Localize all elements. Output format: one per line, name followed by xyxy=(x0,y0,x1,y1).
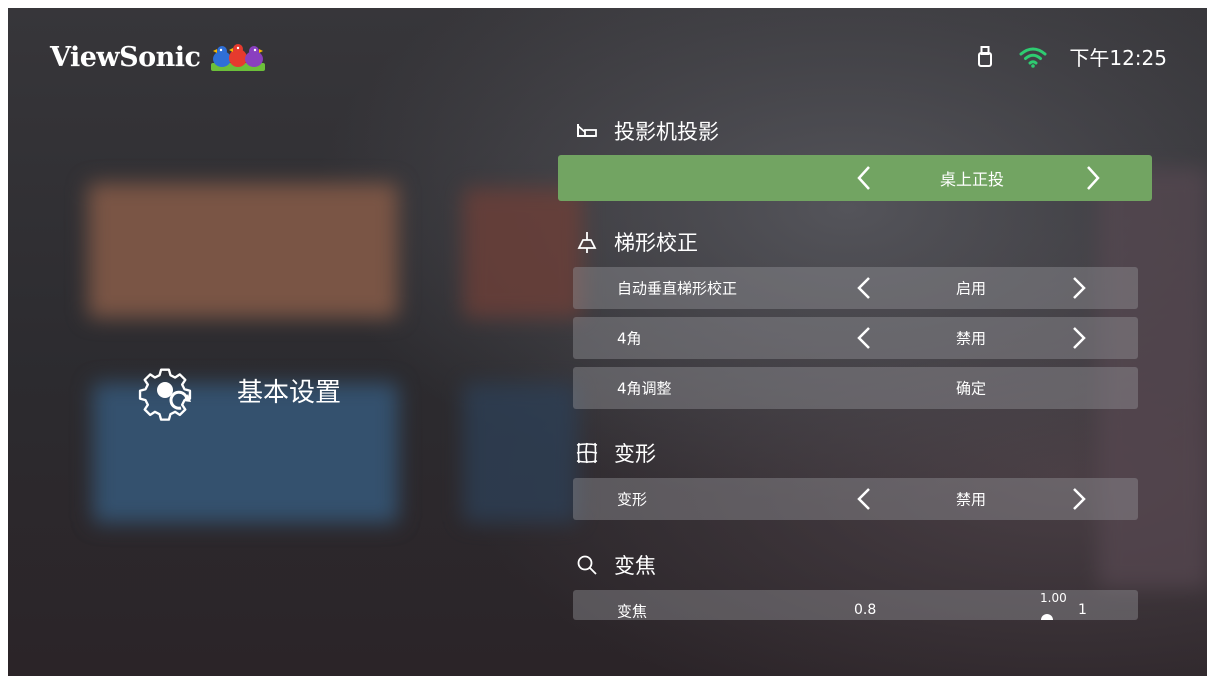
zoom-row[interactable]: 变焦 0.8 1.00 1 xyxy=(573,590,1138,620)
chevron-left-icon[interactable] xyxy=(856,487,872,511)
usb-drive-icon xyxy=(978,45,993,67)
category-label: 基本设置 xyxy=(237,377,342,408)
zoom-current-value: 1.00 xyxy=(1040,591,1067,605)
chevron-right-icon[interactable] xyxy=(1085,165,1101,191)
zoom-min-value: 0.8 xyxy=(854,602,877,618)
background-tile xyxy=(463,383,578,523)
chevron-right-icon[interactable] xyxy=(1071,276,1087,300)
chevron-right-icon[interactable] xyxy=(1071,487,1087,511)
three-birds-logo-icon xyxy=(210,44,265,71)
brand-name: ViewSonic xyxy=(50,41,201,73)
zoom-slider-thumb[interactable] xyxy=(1041,614,1053,620)
four-corner-row[interactable]: 4角 禁用 xyxy=(573,317,1138,359)
projector-settings-screen: ViewSonic 下午12:25 基本设置 投影机投影 桌上正投 梯形校正 自… xyxy=(8,8,1207,676)
section-title: 梯形校正 xyxy=(614,231,698,255)
chevron-left-icon[interactable] xyxy=(856,165,872,191)
projection-mode-value: 桌上正投 xyxy=(939,170,1004,189)
confirm-button[interactable]: 确定 xyxy=(911,378,1031,399)
background-tile xyxy=(463,188,583,318)
four-corner-adjust-row[interactable]: 4角调整 确定 xyxy=(573,367,1138,409)
section-title: 投影机投影 xyxy=(614,120,719,144)
warp-grid-icon xyxy=(576,442,598,464)
section-keystone: 梯形校正 xyxy=(574,227,698,257)
status-bar: 下午12:25 xyxy=(977,42,1167,71)
clock: 下午12:25 xyxy=(1069,46,1167,70)
row-label: 变焦 xyxy=(617,602,648,621)
row-value: 禁用 xyxy=(955,329,986,348)
gear-icon xyxy=(138,368,192,421)
section-title: 变焦 xyxy=(614,554,656,578)
section-zoom: 变焦 xyxy=(574,550,656,580)
row-label: 变形 xyxy=(617,490,648,509)
projector-icon xyxy=(577,124,597,137)
projection-mode-row[interactable]: 桌上正投 xyxy=(558,155,1152,201)
background-tile xyxy=(88,183,398,318)
magnifier-icon xyxy=(577,555,597,575)
row-label: 4角 xyxy=(617,329,642,348)
category-title: 基本设置 xyxy=(133,358,341,422)
section-projection: 投影机投影 xyxy=(574,116,719,146)
row-value: 启用 xyxy=(955,279,986,298)
warp-row[interactable]: 变形 禁用 xyxy=(573,478,1138,520)
section-warp: 变形 xyxy=(574,438,656,468)
auto-keystone-row[interactable]: 自动垂直梯形校正 启用 xyxy=(573,267,1138,309)
row-value: 禁用 xyxy=(955,490,986,509)
row-label: 4角调整 xyxy=(617,379,672,398)
chevron-left-icon[interactable] xyxy=(856,326,872,350)
brand: ViewSonic xyxy=(50,39,267,75)
keystone-icon xyxy=(577,232,597,253)
wifi-icon xyxy=(1019,47,1047,68)
row-label: 自动垂直梯形校正 xyxy=(617,279,738,298)
chevron-left-icon[interactable] xyxy=(856,276,872,300)
chevron-right-icon[interactable] xyxy=(1071,326,1087,350)
zoom-max-value: 1 xyxy=(1078,602,1087,618)
section-title: 变形 xyxy=(614,442,656,466)
